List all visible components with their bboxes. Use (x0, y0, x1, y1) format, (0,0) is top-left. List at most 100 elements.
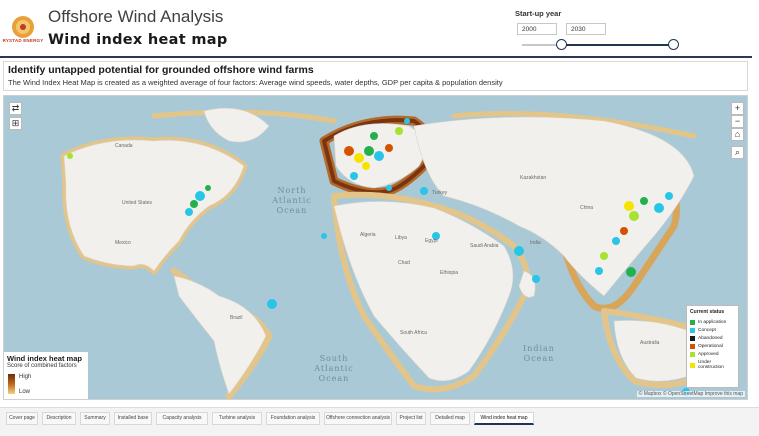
tab-cover-page[interactable]: Cover page (6, 412, 38, 425)
legend-swatch (690, 335, 695, 341)
ocean-label-north-atlantic: North Atlantic Ocean (272, 186, 312, 215)
wind-farm-marker[interactable] (640, 197, 648, 205)
wind-farm-marker[interactable] (374, 151, 384, 161)
wind-farm-marker[interactable] (532, 275, 540, 283)
report-header: RYSTAD ENERGY Offshore Wind Analysis Win… (0, 0, 759, 58)
wind-farm-marker[interactable] (385, 144, 393, 152)
wind-farm-marker[interactable] (626, 267, 636, 277)
year-slider-start-handle[interactable] (556, 39, 567, 50)
wind-farm-marker[interactable] (404, 118, 410, 124)
legend-item-in-application[interactable]: In application (690, 318, 735, 326)
country-label: Australia (640, 340, 660, 346)
country-label: Algeria (360, 232, 376, 238)
wind-farm-marker[interactable] (420, 187, 428, 195)
country-label: Chad (398, 260, 410, 266)
wind-farm-marker[interactable] (364, 146, 374, 156)
page-tab-bar: Cover page Description Summary Installed… (0, 407, 759, 436)
wind-farm-marker[interactable] (620, 227, 628, 235)
country-label: South Africa (400, 330, 427, 336)
wind-farm-marker[interactable] (362, 162, 370, 170)
startup-year-label: Start-up year (515, 9, 562, 18)
country-label: Mexico (115, 240, 131, 246)
country-label: Canada (115, 143, 133, 149)
map-attribution[interactable]: © Mapbox © OpenStreetMap Improve this ma… (636, 391, 745, 397)
legend-label: Operational (698, 343, 723, 349)
legend-swatch (690, 319, 695, 325)
wind-farm-marker[interactable] (185, 208, 193, 216)
legend-item-abandoned[interactable]: Abandoned (690, 334, 735, 342)
legend-label: Concept (698, 327, 716, 333)
wind-farm-marker[interactable] (624, 201, 634, 211)
tab-wind-index-heat-map[interactable]: Wind index heat map (474, 412, 534, 425)
country-label: Libya (395, 235, 407, 241)
legend-item-concept[interactable]: Concept (690, 326, 735, 334)
year-slider-end-handle[interactable] (668, 39, 679, 50)
tab-foundation-analysis[interactable]: Foundation analysis (266, 412, 320, 425)
tab-capacity-analysis[interactable]: Capacity analysis (156, 412, 208, 425)
legend-item-approved[interactable]: Approved (690, 350, 735, 358)
wind-farm-marker[interactable] (195, 191, 205, 201)
landmasses (63, 107, 701, 395)
wind-farm-marker[interactable] (267, 299, 277, 309)
wind-farm-marker[interactable] (612, 237, 620, 245)
map-canvas[interactable] (4, 96, 748, 400)
wind-farm-marker[interactable] (205, 185, 211, 191)
logo-text: RYSTAD ENERGY (2, 38, 44, 43)
heat-legend-low: Low (19, 389, 31, 395)
heat-legend-high: High (19, 374, 32, 380)
tab-detailed-map[interactable]: Detailed map (430, 412, 470, 425)
tab-turbine-analysis[interactable]: Turbine analysis (212, 412, 262, 425)
map-filter-button[interactable]: ⇄ (9, 102, 22, 115)
legend-label: In application (698, 319, 727, 325)
tab-installed-base[interactable]: Installed base (114, 412, 152, 425)
ocean-label-indian: Indian Ocean (523, 344, 555, 363)
heat-map-legend: Wind index heat map Score of combined fa… (4, 352, 88, 399)
legend-swatch (690, 327, 695, 333)
tab-description[interactable]: Description (42, 412, 76, 425)
legend-label: Approved (698, 351, 719, 357)
wind-farm-marker[interactable] (600, 252, 608, 260)
country-label: Saudi Arabia (470, 243, 499, 249)
reset-view-button[interactable]: ⌂ (731, 128, 744, 141)
wind-farm-marker[interactable] (654, 203, 664, 213)
wind-farm-marker[interactable] (344, 146, 354, 156)
wind-farm-marker[interactable] (629, 211, 639, 221)
legend-item-under-construction[interactable]: Under construction (690, 358, 735, 372)
legend-swatch (690, 362, 695, 368)
wind-index-map[interactable]: North Atlantic Ocean South Atlantic Ocean In… (3, 95, 748, 400)
end-year-input[interactable]: 2030 (566, 23, 606, 35)
country-label: India (530, 240, 541, 246)
wind-farm-marker[interactable] (67, 153, 73, 159)
legend-item-operational[interactable]: Operational (690, 342, 735, 350)
country-label: Ethiopia (440, 270, 459, 276)
tab-summary[interactable]: Summary (80, 412, 110, 425)
heat-gradient-bar (8, 374, 15, 394)
app-title: Offshore Wind Analysis (48, 7, 224, 26)
country-label: Turkey (432, 190, 448, 196)
country-label: Egypt (425, 238, 438, 244)
wind-farm-marker[interactable] (190, 200, 198, 208)
header-divider (0, 56, 752, 58)
start-year-input[interactable]: 2000 (517, 23, 557, 35)
wind-farm-marker[interactable] (514, 246, 524, 256)
country-label: China (580, 205, 594, 211)
wind-farm-marker[interactable] (350, 172, 358, 180)
zoom-in-button[interactable]: + (731, 102, 744, 115)
map-search-button[interactable]: ⌕ (731, 146, 744, 159)
wind-farm-marker[interactable] (386, 185, 392, 191)
tab-offshore-connection-analysis[interactable]: Offshore connection analysis (324, 412, 392, 425)
zoom-out-button[interactable]: − (731, 115, 744, 128)
wind-farm-marker[interactable] (321, 233, 327, 239)
wind-farm-marker[interactable] (370, 132, 378, 140)
wind-farm-marker[interactable] (354, 153, 364, 163)
banner-text: The Wind Index Heat Map is created as a … (8, 78, 503, 87)
page-subtitle: Wind index heat map (48, 32, 228, 48)
tab-project-list[interactable]: Project list (396, 412, 426, 425)
wind-farm-marker[interactable] (665, 192, 673, 200)
legend-label: Under construction (698, 360, 724, 370)
heat-legend-subtitle: Score of combined factors (7, 363, 77, 369)
legend-label: Abandoned (698, 335, 723, 341)
wind-farm-marker[interactable] (395, 127, 403, 135)
map-fullscreen-button[interactable]: ⊞ (9, 117, 22, 130)
wind-farm-marker[interactable] (595, 267, 603, 275)
